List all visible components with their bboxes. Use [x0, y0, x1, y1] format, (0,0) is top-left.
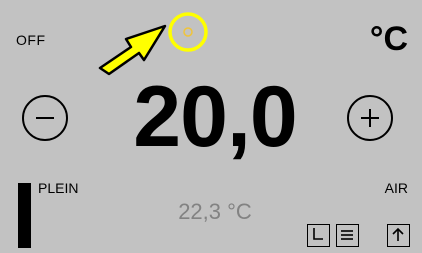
- up-button[interactable]: [387, 224, 410, 247]
- menu-icon: [341, 230, 353, 240]
- measured-temperature: 22,3 °C: [178, 199, 252, 224]
- water-level-bar: [18, 183, 31, 248]
- mode-status[interactable]: OFF: [16, 32, 46, 48]
- pointer-arrow-icon: [98, 24, 167, 76]
- menu-button[interactable]: [336, 224, 359, 247]
- minus-icon: [36, 117, 54, 119]
- thermostat-screen: OFF °C 20,0 PLEIN AIR 22,3 °C: [0, 0, 422, 253]
- schedule-icon: [313, 228, 323, 240]
- temperature-unit[interactable]: °C: [370, 20, 408, 58]
- decrease-button[interactable]: [22, 95, 68, 141]
- air-label: AIR: [384, 180, 408, 196]
- tap-target-icon: [183, 27, 193, 37]
- plus-icon: [361, 109, 379, 127]
- setpoint-temperature: 20,0: [133, 69, 297, 165]
- increase-button[interactable]: [347, 95, 393, 141]
- highlight-circle: [168, 12, 208, 52]
- level-label: PLEIN: [38, 180, 79, 196]
- schedule-button[interactable]: [307, 224, 330, 247]
- arrow-up-icon: [392, 227, 404, 241]
